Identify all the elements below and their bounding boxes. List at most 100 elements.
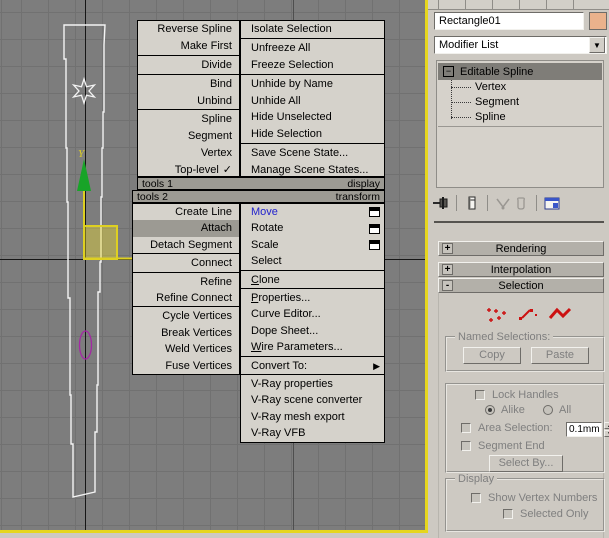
spinner-up-button[interactable]: ▲	[604, 422, 609, 429]
menu-item-vray-vfb[interactable]: V-Ray VFB	[241, 425, 384, 441]
menu-item-unbind[interactable]: Unbind	[138, 93, 239, 110]
quad-header-transform[interactable]: transform	[336, 191, 380, 203]
menu-item-select[interactable]: Select	[241, 253, 384, 269]
area-selection-checkbox[interactable]	[461, 423, 471, 433]
rollout-rendering[interactable]: + Rendering	[438, 241, 604, 256]
menu-item-curve-editor[interactable]: Curve Editor...	[241, 306, 384, 322]
make-unique-icon[interactable]	[494, 195, 512, 211]
alike-radio[interactable]	[485, 405, 495, 415]
menu-item-label: Detach Segment	[150, 237, 232, 253]
menu-item-weld-vertices[interactable]: Weld Vertices	[133, 341, 239, 357]
remove-modifier-icon[interactable]	[512, 195, 530, 211]
menu-item-wire-parameters[interactable]: Wire Parameters...	[241, 339, 384, 355]
menu-item-vertex[interactable]: Vertex	[138, 145, 239, 162]
stack-item-segment[interactable]: Segment	[475, 95, 519, 110]
spline-subobject-icon[interactable]	[548, 305, 574, 323]
copy-button[interactable]: Copy	[463, 347, 521, 364]
expand-icon[interactable]: +	[442, 264, 453, 275]
object-name-field[interactable]: Rectangle01	[434, 12, 584, 30]
menu-item-label: Create Line	[175, 204, 232, 220]
menu-item-connect[interactable]: Connect	[133, 255, 239, 271]
menu-item-break-vertices[interactable]: Break Vertices	[133, 325, 239, 341]
menu-item-label: Connect	[191, 255, 232, 271]
menu-item-label: Segment	[188, 128, 232, 145]
menu-item-hide-selection[interactable]: Hide Selection	[241, 126, 384, 143]
modifier-list-dropdown[interactable]: Modifier List	[434, 36, 607, 54]
quad-display: Isolate Selection Unfreeze All Freeze Se…	[240, 20, 385, 177]
settings-box-icon[interactable]	[369, 207, 380, 217]
collapse-icon[interactable]: -	[442, 280, 453, 291]
settings-box-icon[interactable]	[369, 240, 380, 250]
segment-end-checkbox[interactable]	[461, 441, 471, 451]
object-color-swatch[interactable]	[589, 12, 607, 30]
menu-item-save-scene-state[interactable]: Save Scene State...	[241, 145, 384, 162]
menu-item-unhide-all[interactable]: Unhide All	[241, 93, 384, 110]
menu-item-hide-unselected[interactable]: Hide Unselected	[241, 109, 384, 126]
named-selections-label: Named Selections:	[455, 331, 553, 343]
menu-item-vray-properties[interactable]: V-Ray properties	[241, 376, 384, 392]
menu-item-unhide-by-name[interactable]: Unhide by Name	[241, 76, 384, 93]
menu-item-cycle-vertices[interactable]: Cycle Vertices	[133, 308, 239, 324]
menu-item-vray-mesh-export[interactable]: V-Ray mesh export	[241, 409, 384, 425]
command-panel: Rectangle01 Modifier List ▼ − Editable S…	[428, 0, 609, 538]
toolbar-separator	[487, 195, 488, 211]
menu-item-dope-sheet[interactable]: Dope Sheet...	[241, 323, 384, 339]
vertex-subobject-icon[interactable]	[484, 305, 510, 323]
menu-item-spline[interactable]: Spline	[138, 111, 239, 128]
area-selection-value-field[interactable]: 0.1mm	[566, 422, 602, 437]
menu-item-freeze-selection[interactable]: Freeze Selection	[241, 57, 384, 74]
spinner-down-button[interactable]: ▼	[604, 430, 609, 437]
menu-item-convert-to[interactable]: Convert To:▶	[241, 358, 384, 374]
show-vertex-numbers-checkbox[interactable]	[471, 493, 481, 503]
menu-item-make-first[interactable]: Make First	[138, 38, 239, 55]
modifier-stack[interactable]: − Editable Spline Vertex Segment Spline	[436, 60, 604, 188]
select-by-button[interactable]: Select By...	[489, 455, 563, 472]
stack-item-editable-spline[interactable]: − Editable Spline	[438, 63, 602, 80]
menu-item-vray-scene-converter[interactable]: V-Ray scene converter	[241, 392, 384, 408]
quad-header-tools1[interactable]: tools 1	[142, 178, 173, 190]
segment-subobject-icon[interactable]	[516, 305, 542, 323]
rectangle-spline-outline[interactable]	[64, 25, 105, 497]
selected-only-checkbox[interactable]	[503, 509, 513, 519]
menu-group: Save Scene State... Manage Scene States.…	[241, 145, 384, 179]
dropdown-arrow-button[interactable]: ▼	[589, 37, 605, 53]
menu-item-segment[interactable]: Segment	[138, 128, 239, 145]
menu-item-create-line[interactable]: Create Line	[133, 204, 239, 220]
collapse-box-icon[interactable]: −	[443, 66, 454, 77]
stack-item-vertex[interactable]: Vertex	[475, 80, 506, 95]
configure-modifier-sets-icon[interactable]	[543, 195, 561, 211]
menu-item-clone[interactable]: Clone	[241, 272, 384, 288]
menu-item-properties[interactable]: Properties...	[241, 290, 384, 306]
gizmo-y-arrow-icon[interactable]	[77, 159, 91, 191]
settings-box-icon[interactable]	[369, 224, 380, 234]
menu-item-label: Fuse Vertices	[165, 358, 232, 374]
menu-item-unfreeze-all[interactable]: Unfreeze All	[241, 40, 384, 57]
menu-item-move[interactable]: Move	[241, 204, 384, 220]
menu-item-divide[interactable]: Divide	[138, 57, 239, 74]
menu-item-detach-segment[interactable]: Detach Segment	[133, 237, 239, 253]
gizmo-xy-plane-handle[interactable]	[84, 226, 117, 259]
quad-header-tools2[interactable]: tools 2	[137, 191, 168, 203]
stack-item-spline[interactable]: Spline	[475, 110, 506, 125]
paste-button[interactable]: Paste	[531, 347, 589, 364]
menu-item-bind[interactable]: Bind	[138, 76, 239, 93]
star-shape[interactable]	[74, 79, 95, 103]
menu-item-fuse-vertices[interactable]: Fuse Vertices	[133, 358, 239, 374]
pin-stack-icon[interactable]	[432, 195, 450, 211]
quad-header-display[interactable]: display	[347, 178, 380, 190]
named-selections-group: Named Selections: Copy Paste	[445, 336, 605, 372]
all-radio[interactable]	[543, 405, 553, 415]
menu-item-refine[interactable]: Refine	[133, 274, 239, 290]
lock-handles-checkbox[interactable]	[475, 390, 485, 400]
menu-item-scale[interactable]: Scale	[241, 237, 384, 253]
rollout-interpolation[interactable]: + Interpolation	[438, 262, 604, 277]
menu-item-isolate-selection[interactable]: Isolate Selection	[241, 21, 384, 38]
expand-icon[interactable]: +	[442, 243, 453, 254]
command-panel-tabs[interactable]	[428, 0, 609, 10]
menu-item-rotate[interactable]: Rotate	[241, 220, 384, 236]
menu-item-attach[interactable]: Attach	[133, 220, 239, 236]
menu-item-reverse-spline[interactable]: Reverse Spline	[138, 21, 239, 38]
show-end-result-icon[interactable]	[463, 195, 481, 211]
menu-item-refine-connect[interactable]: Refine Connect	[133, 290, 239, 306]
rollout-selection[interactable]: - Selection	[438, 278, 604, 293]
